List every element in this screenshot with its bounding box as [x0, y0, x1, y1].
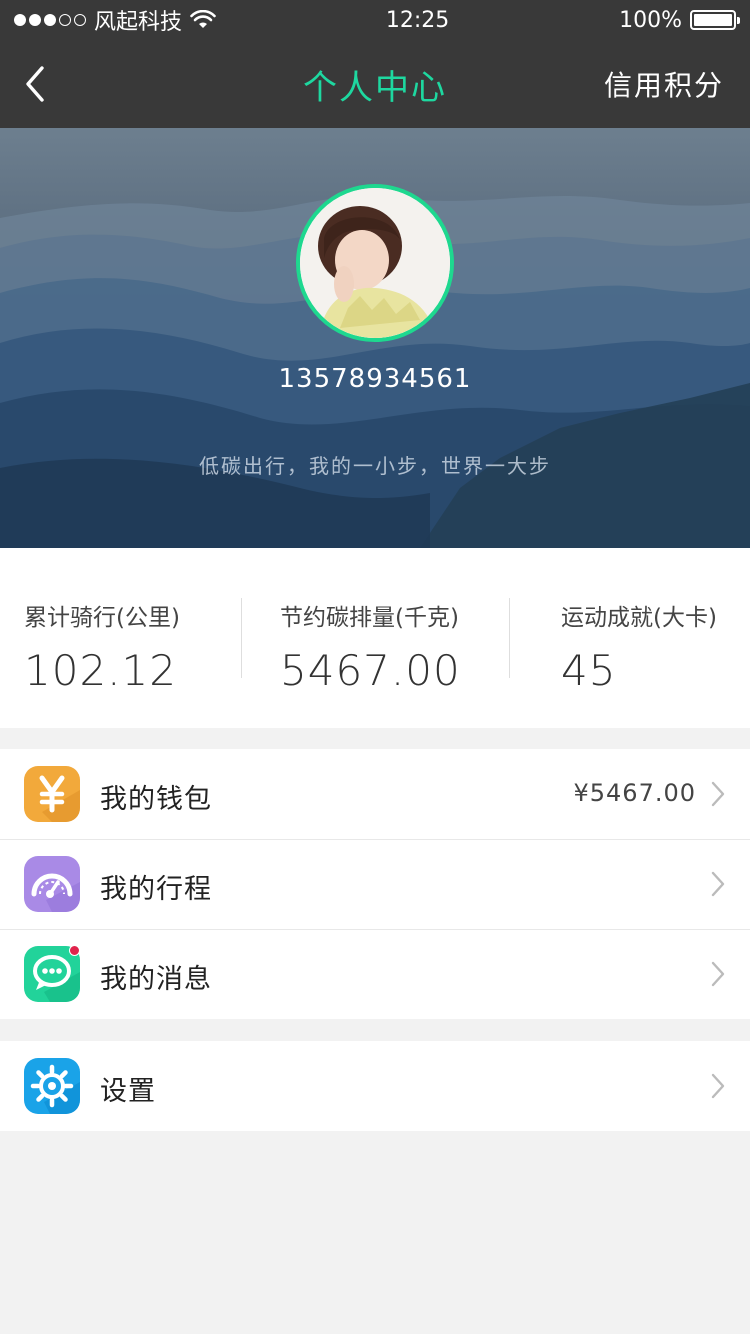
status-time: 12:25	[385, 7, 450, 33]
avatar[interactable]	[296, 184, 454, 342]
unread-badge	[69, 945, 80, 956]
user-phone: 13578934561	[278, 364, 472, 394]
menu-label: 我的钱包	[100, 784, 212, 815]
chevron-right-icon	[711, 961, 725, 987]
menu-group-settings: 设置	[0, 1041, 750, 1131]
stat-carbon-saved: 节约碳排量(千克) 5467.00	[280, 598, 461, 695]
status-bar: 风起科技 12:25 100%	[0, 0, 750, 40]
wallet-icon	[24, 766, 80, 822]
back-icon[interactable]	[18, 62, 58, 106]
stat-calories: 运动成就(大卡) 45	[561, 598, 717, 695]
stat-label: 运动成就(大卡)	[561, 605, 717, 631]
slogan: 低碳出行，我的一小步，世界一大步	[199, 454, 551, 478]
stat-label: 节约碳排量(千克)	[280, 605, 459, 631]
chevron-right-icon	[711, 1073, 725, 1099]
menu-item-trips[interactable]: 我的行程	[0, 839, 750, 929]
stat-divider	[241, 598, 242, 678]
wifi-icon	[190, 10, 216, 28]
menu-item-wallet[interactable]: 我的钱包 ¥5467.00	[0, 749, 750, 839]
page-title: 个人中心	[303, 67, 447, 108]
stat-divider	[509, 598, 510, 678]
chevron-right-icon	[711, 871, 725, 897]
stat-riding-distance: 累计骑行(公里) 102.12	[24, 598, 180, 695]
wallet-balance: ¥5467.00	[573, 779, 696, 807]
menu-item-messages[interactable]: 我的消息	[0, 929, 750, 1019]
status-left: 风起科技	[14, 4, 216, 36]
stat-value: 102.12	[24, 646, 177, 695]
menu-label: 我的行程	[100, 874, 212, 905]
menu-label: 我的消息	[100, 964, 212, 995]
status-right: 100%	[619, 7, 740, 33]
profile-header: 13578934561 低碳出行，我的一小步，世界一大步	[0, 128, 750, 548]
gear-icon	[24, 1058, 80, 1114]
menu-label: 设置	[100, 1076, 156, 1107]
chevron-right-icon	[711, 781, 725, 807]
avatar-image	[300, 188, 450, 338]
speedometer-icon	[24, 856, 80, 912]
stat-value: 45	[561, 646, 617, 695]
stats-panel: 累计骑行(公里) 102.12 节约碳排量(千克) 5467.00 运动成就(大…	[0, 548, 750, 728]
nav-bar: 个人中心 信用积分	[0, 40, 750, 128]
signal-icon	[14, 14, 86, 26]
credit-score-link[interactable]: 信用积分	[604, 64, 724, 104]
carrier-name: 风起科技	[94, 10, 183, 35]
menu-group-main: 我的钱包 ¥5467.00 我的行程 我的消息	[0, 749, 750, 1019]
menu-item-settings[interactable]: 设置	[0, 1041, 750, 1131]
battery-icon	[689, 10, 740, 30]
stat-label: 累计骑行(公里)	[24, 605, 180, 631]
stat-value: 5467.00	[280, 646, 461, 695]
battery-percent: 100%	[619, 7, 682, 33]
